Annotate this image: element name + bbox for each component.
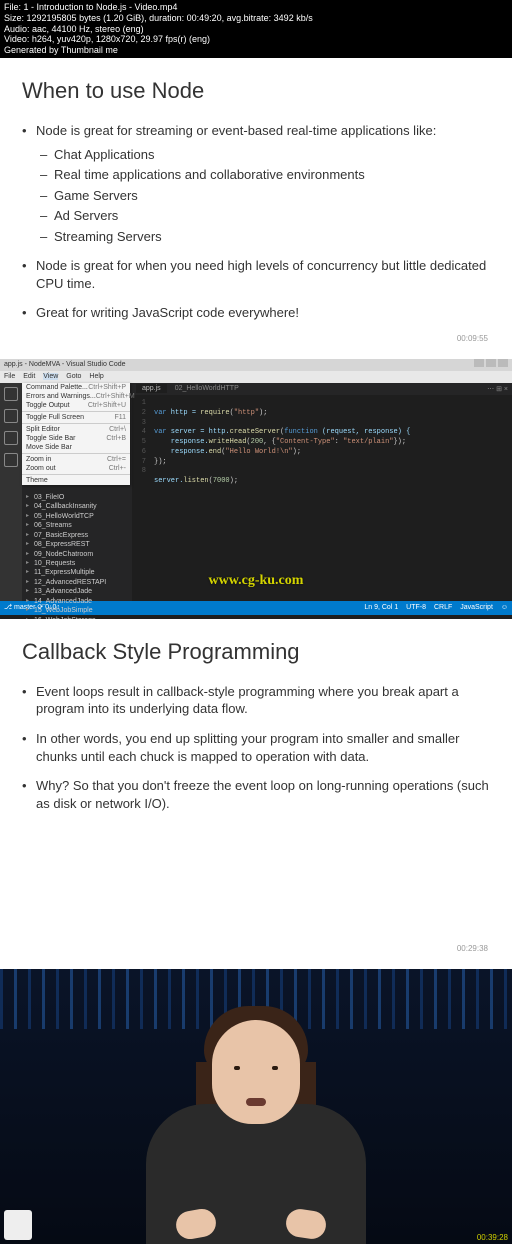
slide1-title: When to use Node: [22, 78, 490, 104]
vscode-window: app.js - NodeMVA - Visual Studio Code Fi…: [0, 359, 512, 619]
slide1-sub-4: Ad Servers: [54, 207, 490, 225]
slide-when-to-use-node: When to use Node Node is great for strea…: [0, 58, 512, 359]
editor-tab-actions[interactable]: ⋯ ⊞ ×: [487, 385, 508, 393]
slide1-timestamp: 00:09:55: [22, 334, 490, 343]
debug-icon[interactable]: [4, 453, 18, 467]
tree-folder[interactable]: 05_HelloWorldTCP: [26, 512, 130, 521]
menu-view[interactable]: View: [43, 373, 58, 380]
tree-folder[interactable]: 16_WebJobStorage: [26, 616, 130, 619]
menu-item[interactable]: Toggle Side BarCtrl+B: [22, 434, 130, 443]
menu-help[interactable]: Help: [89, 373, 103, 380]
menu-item[interactable]: Toggle Full ScreenF11: [22, 411, 130, 422]
tree-folder[interactable]: 04_CallbackInsanity: [26, 502, 130, 511]
slide2-title: Callback Style Programming: [22, 639, 490, 665]
tree-folder[interactable]: 11_ExpressMultiple: [26, 568, 130, 577]
meta-line-audio: Audio: aac, 44100 Hz, stereo (eng): [4, 24, 508, 35]
window-close-icon[interactable]: [498, 359, 508, 367]
tree-folder[interactable]: 07_BasicExpress: [26, 531, 130, 540]
search-icon[interactable]: [4, 409, 18, 423]
presenter-timestamp: 00:39:28: [477, 1233, 508, 1242]
tree-folder[interactable]: 06_Streams: [26, 521, 130, 530]
slide-callback-style: Callback Style Programming Event loops r…: [0, 619, 512, 969]
slide2-timestamp: 00:29:38: [22, 944, 490, 953]
menu-item[interactable]: Toggle OutputCtrl+Shift+U: [22, 401, 130, 410]
tree-folder[interactable]: 14_AdvancedJade: [26, 597, 130, 606]
tree-folder[interactable]: 15_WebJobSimple: [26, 606, 130, 615]
slide1-sub-5: Streaming Servers: [54, 228, 490, 246]
editor-code[interactable]: 12345678var http = require("http"); var …: [132, 395, 512, 501]
window-max-icon[interactable]: [486, 359, 496, 367]
slide1-bullet-2: Node is great for when you need high lev…: [36, 257, 490, 292]
menu-goto[interactable]: Goto: [66, 373, 81, 380]
status-language[interactable]: JavaScript: [460, 604, 493, 611]
menu-item[interactable]: Split EditorCtrl+\: [22, 423, 130, 434]
sidebar-explorer: Command Palette...Ctrl+Shift+P Errors an…: [22, 383, 132, 601]
line-gutter: 12345678: [132, 399, 150, 477]
menu-item[interactable]: Command Palette...Ctrl+Shift+P: [22, 383, 130, 392]
slide1-sub-3: Game Servers: [54, 187, 490, 205]
window-buttons: [474, 359, 508, 371]
menu-item[interactable]: Errors and Warnings...Ctrl+Shift+M: [22, 392, 130, 401]
editor-tabs: app.js 02_HelloWorldHTTP ⋯ ⊞ ×: [132, 383, 512, 395]
tree-folder[interactable]: 09_NodeChatroom: [26, 550, 130, 559]
vscode-menubar: File Edit View Goto Help: [0, 371, 512, 383]
desk-object: [4, 1210, 32, 1240]
tree-folder[interactable]: 10_Requests: [26, 559, 130, 568]
activity-bar: [0, 383, 22, 601]
window-min-icon[interactable]: [474, 359, 484, 367]
tree-folder[interactable]: 13_AdvancedJade: [26, 587, 130, 596]
slide2-bullet-1: Event loops result in callback-style pro…: [36, 683, 490, 718]
slide1-sub-2: Real time applications and collaborative…: [54, 166, 490, 184]
menu-item[interactable]: Theme: [22, 474, 130, 485]
meta-line-size: Size: 1292195805 bytes (1.20 GiB), durat…: [4, 13, 508, 24]
vscode-titlebar: app.js - NodeMVA - Visual Studio Code: [0, 359, 512, 371]
editor-breadcrumb: 02_HelloWorldHTTP: [175, 385, 239, 392]
presenter-video-frame: 00:39:28: [0, 969, 512, 1244]
slide2-bullet-2: In other words, you end up splitting you…: [36, 730, 490, 765]
meta-line-generator: Generated by Thumbnail me: [4, 45, 508, 56]
menu-edit[interactable]: Edit: [23, 373, 35, 380]
menu-file[interactable]: File: [4, 373, 15, 380]
slide1-bullet-3: Great for writing JavaScript code everyw…: [36, 304, 490, 322]
tree-folder[interactable]: 08_ExpressREST: [26, 540, 130, 549]
editor-pane: app.js 02_HelloWorldHTTP ⋯ ⊞ × 12345678v…: [132, 383, 512, 601]
editor-tab-appjs[interactable]: app.js: [136, 384, 167, 393]
tree-folder[interactable]: 03_FileIO: [26, 493, 130, 502]
status-eol[interactable]: CRLF: [434, 604, 452, 611]
menu-item[interactable]: Move Side Bar: [22, 443, 130, 452]
video-metadata: File: 1 - Introduction to Node.js - Vide…: [0, 0, 512, 58]
menu-item[interactable]: Zoom inCtrl+=: [22, 453, 130, 464]
view-menu-dropdown: Command Palette...Ctrl+Shift+P Errors an…: [22, 383, 130, 485]
status-lncol[interactable]: Ln 9, Col 1: [364, 604, 398, 611]
presenter-person: [156, 1014, 356, 1244]
vscode-title-text: app.js - NodeMVA - Visual Studio Code: [4, 359, 126, 371]
menu-item[interactable]: Zoom outCtrl+-: [22, 464, 130, 473]
watermark-text: www.cg-ku.com: [209, 573, 304, 589]
presenter-head: [212, 1020, 300, 1124]
status-encoding[interactable]: UTF-8: [406, 604, 426, 611]
slide2-bullet-3: Why? So that you don't freeze the event …: [36, 777, 490, 812]
meta-line-video: Video: h264, yuv420p, 1280x720, 29.97 fp…: [4, 34, 508, 45]
meta-line-file: File: 1 - Introduction to Node.js - Vide…: [4, 2, 508, 13]
git-icon[interactable]: [4, 431, 18, 445]
explorer-tree: 03_FileIO 04_CallbackInsanity 05_HelloWo…: [26, 493, 130, 619]
tree-folder[interactable]: 12_AdvancedRESTAPI: [26, 578, 130, 587]
explorer-icon[interactable]: [4, 387, 18, 401]
status-feedback-icon[interactable]: ☺: [501, 604, 508, 611]
slide1-sub-1: Chat Applications: [54, 146, 490, 164]
slide1-bullet-1: Node is great for streaming or event-bas…: [36, 122, 490, 245]
